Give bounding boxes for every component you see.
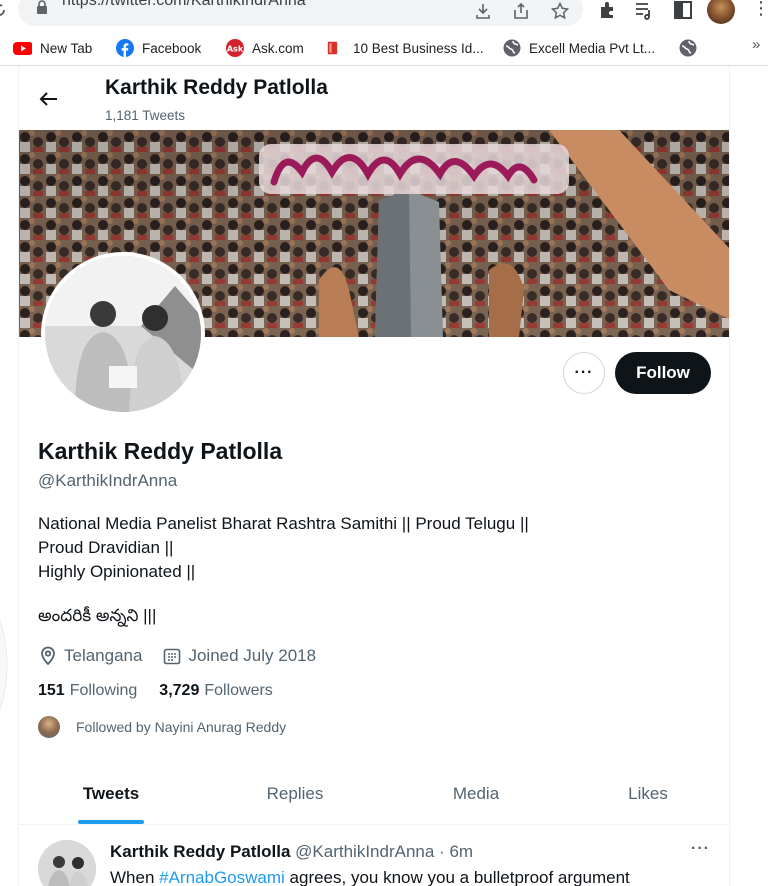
follower-avatar	[38, 716, 60, 738]
profile-tabs: Tweets Replies Media Likes	[19, 762, 729, 825]
address-bar[interactable]: https://twitter.com/KarthikIndrAnna	[18, 0, 583, 26]
profile-handle: @KarthikIndrAnna	[38, 471, 178, 490]
joined-text: Joined July 2018	[188, 646, 317, 665]
location-item: Telangana	[38, 646, 142, 666]
bookmark-facebook[interactable]: Facebook	[116, 38, 201, 58]
follow-stats: 151 Following 3,729 Followers	[38, 682, 295, 700]
back-arrow-icon[interactable]	[37, 88, 59, 110]
bookmark-business-ideas[interactable]: 10 Best Business Id...	[327, 38, 484, 58]
profile-name: Karthik Reddy Patlolla	[38, 438, 283, 464]
reading-list-icon[interactable]	[634, 0, 654, 20]
tab-replies[interactable]: Replies	[203, 762, 387, 825]
bookmark-label: New Tab	[40, 40, 93, 56]
follow-button[interactable]: Follow	[615, 352, 711, 394]
header-tweet-count: 1,181 Tweets	[105, 108, 186, 123]
tweet-header: Karthik Reddy Patlolla @KarthikIndrAnna …	[110, 842, 473, 862]
bio-line: National Media Panelist Bharat Rashtra S…	[38, 514, 529, 533]
tweet-hashtag-link[interactable]: #ArnabGoswami	[159, 868, 285, 886]
youtube-icon	[13, 42, 32, 55]
bookmark-excell-media[interactable]: Excell Media Pvt Lt...	[503, 38, 655, 58]
bookmark-globe[interactable]	[679, 38, 705, 58]
followers-label: Followers	[204, 682, 273, 699]
install-app-icon[interactable]	[474, 2, 492, 20]
url-text[interactable]: https://twitter.com/KarthikIndrAnna	[62, 0, 306, 9]
reload-icon[interactable]	[0, 0, 8, 22]
following-count: 151	[38, 682, 65, 699]
banner-slogan-art	[259, 144, 569, 194]
tab-media[interactable]: Media	[387, 762, 565, 825]
tab-likes[interactable]: Likes	[565, 762, 729, 825]
followed-by-row[interactable]: Followed by Nayini Anurag Reddy	[38, 716, 286, 738]
avatar-photo	[45, 256, 201, 412]
following-link[interactable]: 151 Following	[38, 682, 137, 700]
bio-line: Proud Dravidian ||	[38, 538, 174, 557]
share-icon[interactable]	[512, 2, 530, 20]
active-tab-indicator	[78, 820, 144, 824]
star-icon[interactable]	[551, 2, 569, 20]
left-panel-fragment	[0, 620, 8, 710]
lock-icon	[37, 0, 47, 14]
followers-count: 3,729	[159, 682, 200, 699]
tweet-text: When #ArnabGoswami agrees, you know you …	[110, 868, 630, 886]
tweet-author-name[interactable]: Karthik Reddy Patlolla	[110, 842, 290, 861]
extensions-icon[interactable]	[597, 0, 617, 20]
browser-address-row: https://twitter.com/KarthikIndrAnna ⋮	[0, 0, 768, 30]
more-options-button[interactable]: ···	[563, 352, 605, 394]
header-profile-name: Karthik Reddy Patlolla	[105, 76, 328, 99]
calendar-icon	[164, 648, 181, 665]
tweet-handle-time: @KarthikIndrAnna · 6m	[295, 842, 474, 861]
bookmarks-bar: New Tab Facebook Ask Ask.com 10 Best Bus…	[0, 30, 768, 66]
profile-column: Karthik Reddy Patlolla 1,181 Tweets ··· …	[18, 66, 730, 886]
tweet-more-button[interactable]: ···	[691, 840, 710, 858]
profile-header-bar: Karthik Reddy Patlolla 1,181 Tweets	[19, 66, 729, 130]
profile-avatar[interactable]	[41, 252, 205, 416]
followed-by-text: Followed by Nayini Anurag Reddy	[76, 719, 287, 735]
location-text: Telangana	[64, 646, 143, 665]
tweet-text-post: agrees, you know you a bulletproof argum…	[284, 868, 630, 886]
bookmark-new-tab[interactable]: New Tab	[12, 38, 92, 58]
bookmark-ask[interactable]: Ask Ask.com	[226, 38, 304, 58]
tweet-item[interactable]: Karthik Reddy Patlolla @KarthikIndrAnna …	[19, 826, 729, 886]
ask-icon: Ask	[226, 39, 244, 57]
bio-telugu-line: అందరికీ అన్నని |||	[38, 606, 157, 625]
facebook-icon	[116, 39, 134, 57]
side-panel-icon[interactable]	[673, 0, 693, 20]
globe-icon	[503, 39, 521, 57]
followers-link[interactable]: 3,729 Followers	[159, 682, 273, 700]
location-pin-icon	[41, 646, 55, 666]
profile-meta: Telangana Joined July 2018	[38, 644, 336, 668]
browser-profile-avatar[interactable]	[707, 0, 735, 24]
bookmark-label: Ask.com	[252, 40, 304, 56]
bookmark-red-icon	[327, 41, 338, 55]
tab-tweets[interactable]: Tweets	[19, 762, 203, 825]
bio-line: Highly Opinionated ||	[38, 562, 196, 581]
tweet-text-pre: When	[110, 868, 160, 886]
bookmark-label: 10 Best Business Id...	[353, 40, 484, 56]
bookmark-label: Excell Media Pvt Lt...	[529, 40, 656, 56]
globe-icon	[679, 39, 697, 57]
svg-text:Ask: Ask	[227, 45, 244, 54]
profile-bio: National Media Panelist Bharat Rashtra S…	[38, 512, 529, 584]
bookmarks-overflow-button[interactable]: »	[752, 36, 760, 53]
browser-menu-icon[interactable]: ⋮	[752, 0, 768, 19]
following-label: Following	[69, 682, 138, 699]
tweet-author-avatar[interactable]	[38, 840, 96, 886]
bookmark-label: Facebook	[142, 40, 202, 56]
joined-item: Joined July 2018	[162, 646, 316, 666]
